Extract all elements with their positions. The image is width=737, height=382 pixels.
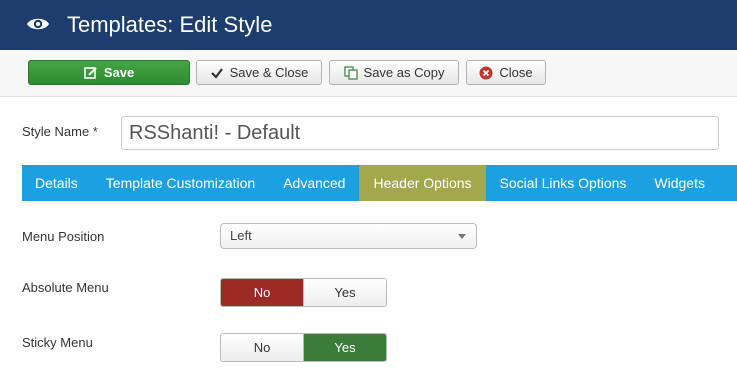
style-name-input[interactable] bbox=[121, 116, 719, 150]
tab-widgets[interactable]: Widgets bbox=[640, 165, 719, 201]
checkmark-icon bbox=[210, 67, 223, 79]
tab-header-options[interactable]: Header Options bbox=[359, 165, 486, 201]
close-label: Close bbox=[499, 65, 533, 80]
close-icon bbox=[479, 66, 493, 79]
save-as-copy-button[interactable]: Save as Copy bbox=[329, 60, 459, 85]
menu-position-value: Left bbox=[230, 228, 252, 243]
close-button[interactable]: Close bbox=[466, 60, 546, 85]
save-close-label: Save & Close bbox=[229, 65, 309, 80]
save-label: Save bbox=[103, 65, 135, 80]
absolute-menu-toggle: No Yes bbox=[220, 278, 387, 307]
absolute-menu-no-option[interactable]: No bbox=[221, 279, 303, 306]
tab-social-links-options[interactable]: Social Links Options bbox=[486, 165, 641, 201]
chevron-down-icon bbox=[458, 234, 466, 239]
tab-template-customization[interactable]: Template Customization bbox=[92, 165, 269, 201]
copy-icon bbox=[343, 65, 358, 80]
menu-position-label: Menu Position bbox=[22, 229, 105, 244]
absolute-menu-yes-option[interactable]: Yes bbox=[303, 279, 386, 306]
edit-icon bbox=[84, 66, 97, 79]
tab-details[interactable]: Details bbox=[22, 165, 92, 201]
sticky-menu-toggle: No Yes bbox=[220, 333, 387, 362]
absolute-menu-label: Absolute Menu bbox=[22, 280, 109, 295]
tab-advanced[interactable]: Advanced bbox=[269, 165, 359, 201]
sticky-menu-label: Sticky Menu bbox=[22, 335, 93, 350]
menu-position-select[interactable]: Left bbox=[220, 223, 477, 249]
sticky-menu-yes-option[interactable]: Yes bbox=[303, 334, 386, 361]
page-title: Templates: Edit Style bbox=[67, 12, 273, 37]
save-as-copy-label: Save as Copy bbox=[363, 65, 445, 80]
toolbar: Save Save & Close Save as Copy Close bbox=[0, 50, 737, 97]
style-name-label: Style Name * bbox=[22, 124, 98, 139]
eye-icon bbox=[27, 18, 49, 30]
save-close-button[interactable]: Save & Close bbox=[196, 60, 322, 85]
tab-bar: Details Template Customization Advanced … bbox=[22, 165, 737, 201]
save-button[interactable]: Save bbox=[28, 60, 190, 85]
page-header: Templates: Edit Style bbox=[0, 0, 737, 50]
sticky-menu-no-option[interactable]: No bbox=[221, 334, 303, 361]
